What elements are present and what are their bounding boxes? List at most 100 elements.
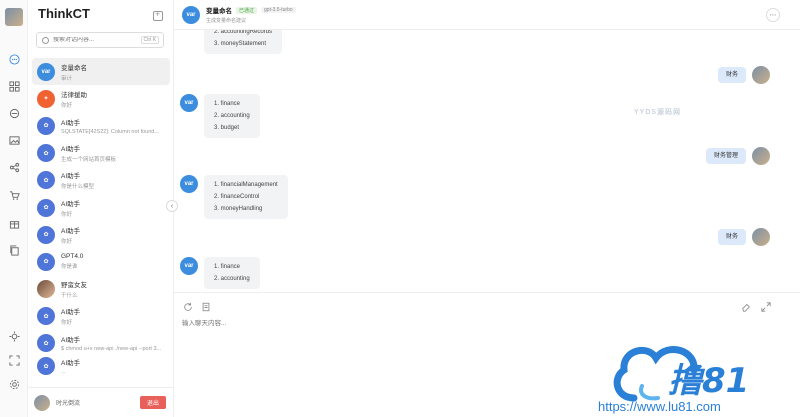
user-message: 财务管理 xyxy=(705,148,746,164)
new-chat-icon[interactable] xyxy=(153,9,163,21)
logout-button[interactable]: 退出 xyxy=(140,396,166,409)
conversation-panel: ThinkCT Ctrl K var 变量命名审计 ✦ 法律援助你好 ✿ AI助… xyxy=(28,0,174,417)
bot-icon: ✿ xyxy=(37,144,55,163)
search-input[interactable] xyxy=(53,37,133,43)
collapse-sidebar-icon[interactable]: ‹ xyxy=(166,200,178,212)
conversation-title: 野蛮女友 xyxy=(61,282,87,290)
user-avatar[interactable] xyxy=(5,8,23,26)
user-footer: 时光倒流 退出 xyxy=(28,387,174,417)
conversation-item[interactable]: ✿ AI助手... xyxy=(32,357,170,376)
conversation-item[interactable]: ✿ AI助手你是什么模型 xyxy=(32,167,170,194)
bot-icon: ✿ xyxy=(37,357,55,376)
conversation-title: AI助手 xyxy=(61,227,81,235)
conversation-item[interactable]: ✿ AI助手 你好 xyxy=(32,221,170,248)
bot-icon: ✿ xyxy=(37,171,55,190)
fullscreen-icon[interactable] xyxy=(8,354,20,366)
message-line: 1. finance xyxy=(214,264,241,270)
law-icon: ✦ xyxy=(37,89,55,108)
conversation-title: 变量命名 xyxy=(61,64,87,72)
bot-message: 1. financialManagement 2. financeControl… xyxy=(204,175,288,219)
conversation-title: AI助手 xyxy=(61,173,81,181)
svg-text:撸81: 撸81 xyxy=(668,361,749,401)
conversation-preview: ... xyxy=(61,369,66,376)
search-box[interactable]: Ctrl K xyxy=(36,32,164,48)
copy-icon[interactable] xyxy=(8,244,20,256)
image-icon[interactable] xyxy=(8,134,20,146)
message-line: 3. moneyStatement xyxy=(214,41,267,47)
share-icon[interactable] xyxy=(8,161,20,173)
message-line: 1. finance xyxy=(214,101,241,107)
chat-icon[interactable] xyxy=(8,53,20,65)
message-input[interactable] xyxy=(182,317,582,337)
message-line: 2. accounting xyxy=(214,113,250,119)
watermark: YYDS源码网 xyxy=(634,109,682,116)
app-title: ThinkCT xyxy=(38,6,90,21)
user-avatar xyxy=(752,228,770,246)
avatar[interactable] xyxy=(34,394,50,411)
message-line: 2. accountingRecords xyxy=(214,30,273,35)
conversation-preview: 审计 xyxy=(61,75,73,82)
conversation-preview: 你好 xyxy=(61,320,73,327)
message-line: 1. financialManagement xyxy=(214,182,278,188)
conversation-preview: 生成一个网站首页模板 xyxy=(61,157,117,164)
user-message: 财务 xyxy=(717,229,746,245)
message-line: 3. budget xyxy=(214,125,240,131)
document-icon[interactable] xyxy=(200,301,212,313)
bot-icon: ✿ xyxy=(37,252,55,271)
chat-description: 生成变量命名建议 xyxy=(206,18,247,24)
bot-message: 1. finance 2. accounting 3. budget xyxy=(204,94,260,138)
search-shortcut: Ctrl K xyxy=(140,36,159,44)
conversation-item[interactable]: ✿ AI助手 你好 xyxy=(32,303,170,330)
sun-icon[interactable] xyxy=(8,330,20,342)
conversation-title: AI助手 xyxy=(61,200,81,208)
cart-icon[interactable] xyxy=(8,189,20,201)
site-url[interactable]: https://www.lu81.com xyxy=(598,399,721,414)
message-list: YYDS源码网 2. accountingRecords 3. moneySta… xyxy=(174,30,800,292)
model-badge[interactable]: gpt-3.5-turbo xyxy=(261,7,296,13)
conversation-item[interactable]: 野蛮女友 干什么 xyxy=(32,276,170,303)
bot-avatar: var xyxy=(180,94,198,112)
bot-message: 1. finance 2. accounting xyxy=(204,257,260,289)
girl-photo-avatar xyxy=(37,280,55,299)
expand-icon[interactable] xyxy=(760,301,772,313)
conversation-preview: 你是什么模型 xyxy=(61,184,95,191)
conversation-item[interactable]: ✿ AI助手你好 xyxy=(32,194,170,221)
conversation-item[interactable]: ✿ GPT4.0 你是谁 xyxy=(32,248,170,275)
left-rail xyxy=(0,0,28,417)
eraser-icon[interactable] xyxy=(740,301,752,313)
bot-avatar: var xyxy=(180,257,198,275)
gift-icon[interactable] xyxy=(8,217,20,229)
conversation-title: AI助手 xyxy=(61,360,81,368)
more-options-icon[interactable]: ⋯ xyxy=(766,8,780,22)
conversation-item[interactable]: ✿ AI助手 SQLSTATE[42S22]: Column not found.… xyxy=(32,112,170,139)
bot-icon: ✿ xyxy=(37,225,55,244)
robot-icon[interactable] xyxy=(8,107,20,119)
conversation-title: AI助手 xyxy=(61,119,81,127)
conversation-preview: 你好 xyxy=(61,211,73,218)
user-message: 财务 xyxy=(717,67,746,83)
user-avatar xyxy=(752,66,770,84)
chat-avatar: var xyxy=(182,5,200,24)
conversation-item[interactable]: ✿ AI助手 生成一个网站首页模板 xyxy=(32,140,170,167)
bot-icon: ✿ xyxy=(37,198,55,217)
conversation-title: AI助手 xyxy=(61,337,81,345)
conversation-title: GPT4.0 xyxy=(61,253,84,261)
conversation-title: AI助手 xyxy=(61,309,81,317)
conversation-preview: 干什么 xyxy=(61,293,78,300)
conversation-item[interactable]: var 变量命名审计 xyxy=(32,58,170,86)
message-line: 2. accounting xyxy=(214,276,250,282)
conversation-item[interactable]: ✿ AI助手 $ chmod u+x new-api ./new-api --po… xyxy=(32,330,170,357)
message-line: 2. financeControl xyxy=(214,194,260,200)
conversation-title: 法律援助 xyxy=(61,91,87,99)
bot-message: 2. accountingRecords 3. moneyStatement xyxy=(204,30,283,54)
status-badge: 已通过 xyxy=(236,6,258,14)
conversation-item[interactable]: ✦ 法律援助 你好 xyxy=(32,85,170,112)
user-name: 时光倒流 xyxy=(56,401,81,407)
var-avatar: var xyxy=(37,62,55,81)
apps-icon[interactable] xyxy=(8,80,20,92)
refresh-icon[interactable] xyxy=(182,301,194,313)
settings-icon[interactable] xyxy=(8,378,20,390)
message-line: 3. moneyHandling xyxy=(214,206,263,212)
conversation-preview: SQLSTATE[42S22]: Column not found... xyxy=(61,128,159,135)
conversation-preview: $ chmod u+x new-api ./new-api --port 3..… xyxy=(61,346,162,353)
